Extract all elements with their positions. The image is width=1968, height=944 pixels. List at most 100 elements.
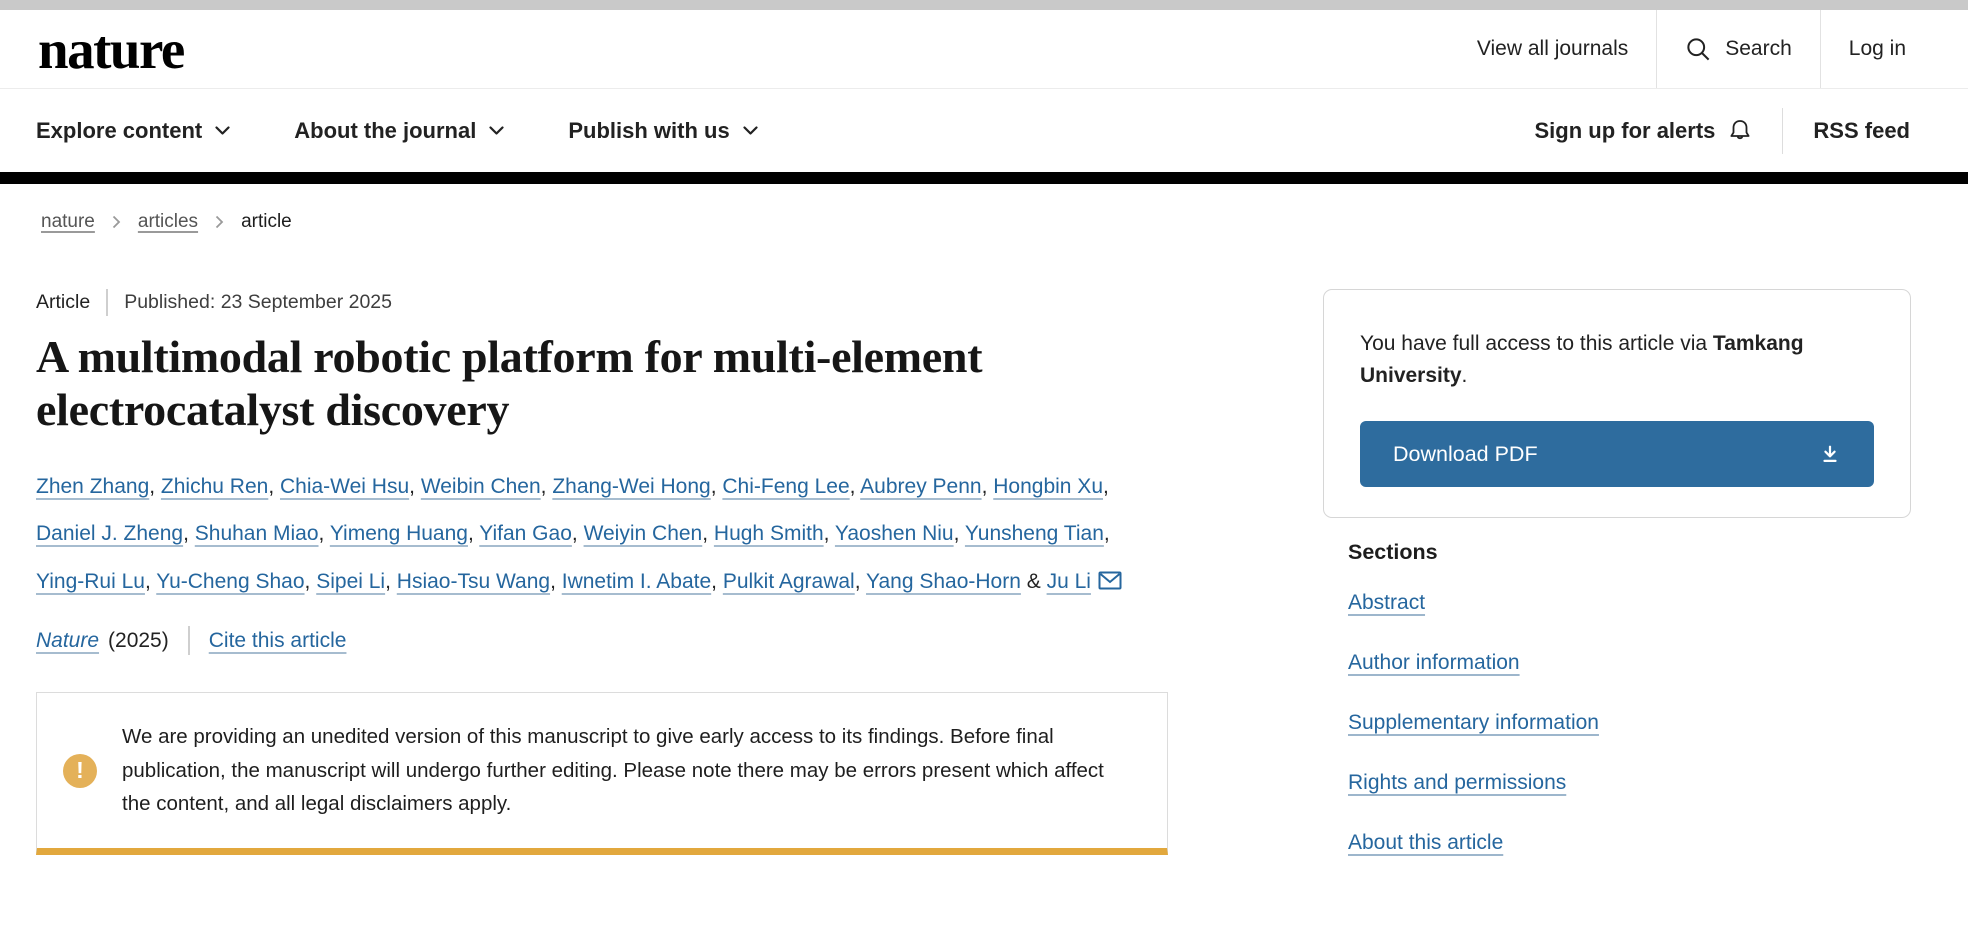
rss-feed-link[interactable]: RSS feed [1813,118,1910,144]
breadcrumb-nature-link[interactable]: nature [41,211,95,233]
nav-divider [1782,108,1783,154]
two-column-layout: Article Published: 23 September 2025 A m… [36,289,1932,891]
author-link[interactable]: Weibin Chen [421,475,541,498]
search-button[interactable]: Search [1656,10,1820,88]
author-separator: , [409,475,421,498]
author-link[interactable]: Yifan Gao [479,522,572,545]
view-all-journals-link[interactable]: View all journals [1449,10,1656,88]
author-link[interactable]: Aubrey Penn [860,475,981,498]
article-main: Article Published: 23 September 2025 A m… [36,289,1168,891]
author-link[interactable]: Zhichu Ren [161,475,268,498]
section-link-author-information[interactable]: Author information [1348,651,1520,674]
nav-item-label: Explore content [36,118,202,144]
search-icon [1685,36,1712,63]
article-title: A multimodal robotic platform for multi-… [36,331,1111,437]
breadcrumb-current: article [241,211,292,233]
author-link[interactable]: Chia-Wei Hsu [280,475,409,498]
chevron-right-icon [215,215,224,229]
author-separator: , [824,522,835,545]
breadcrumb-articles-link[interactable]: articles [138,211,198,233]
author-link[interactable]: Weiyin Chen [584,522,703,545]
author-link[interactable]: Ying-Rui Lu [36,570,145,593]
author-separator: , [1104,522,1110,545]
sign-up-for-alerts-link[interactable]: Sign up for alerts [1534,118,1752,144]
sections-panel: Sections Abstract Author information Suppl… [1323,540,1911,855]
access-prefix: You have full access to this article via [1360,332,1713,355]
section-link-supplementary-information[interactable]: Supplementary information [1348,711,1599,734]
cite-divider [188,626,190,655]
journal-nav: Explore content About the journal Publish … [0,89,1968,172]
section-link-abstract[interactable]: Abstract [1348,591,1425,614]
chevron-down-icon [215,126,230,136]
browser-top-strip [0,0,1968,10]
author-link[interactable]: Daniel J. Zheng [36,522,183,545]
login-label: Log in [1849,37,1906,61]
author-separator: , [550,570,562,593]
author-link[interactable]: Chi-Feng Lee [722,475,849,498]
section-link-about-this-article[interactable]: About this article [1348,831,1503,854]
author-separator: , [572,522,584,545]
login-link[interactable]: Log in [1820,10,1910,88]
author-link[interactable]: Ju Li [1047,570,1091,593]
author-link[interactable]: Sipei Li [316,570,385,593]
author-separator: , [850,475,861,498]
email-icon[interactable] [1098,560,1122,607]
author-separator: , [385,570,397,593]
section-list-item: Supplementary information [1348,711,1911,735]
alerts-label: Sign up for alerts [1534,118,1715,144]
author-link[interactable]: Yimeng Huang [330,522,468,545]
journal-link[interactable]: Nature [36,629,99,653]
author-link[interactable]: Yu-Cheng Shao [156,570,304,593]
author-separator: , [1103,475,1109,498]
chevron-right-icon [112,215,121,229]
author-separator: , [711,475,723,498]
published-date: 23 September 2025 [221,291,392,313]
nature-logo[interactable]: nature [38,22,184,77]
nav-item-about-the-journal[interactable]: About the journal [294,118,504,144]
author-separator: , [305,570,317,593]
author-link[interactable]: Hsiao-Tsu Wang [397,570,550,593]
nav-item-explore-content[interactable]: Explore content [36,118,230,144]
download-pdf-button[interactable]: Download PDF [1360,421,1874,487]
author-separator: , [183,522,195,545]
author-separator: , [145,570,156,593]
author-separator: , [702,522,714,545]
article-meta: Article Published: 23 September 2025 [36,289,1168,316]
section-list-item: Abstract [1348,591,1911,615]
header-actions: View all journals Search Log in [1449,10,1910,88]
download-pdf-label: Download PDF [1393,442,1538,467]
page-content: nature articles article Article Publishe… [0,211,1968,891]
section-list-item: Author information [1348,651,1911,675]
author-link[interactable]: Yaoshen Niu [835,522,954,545]
bell-icon [1728,118,1752,144]
site-header: nature View all journals Search Log in [0,10,1968,89]
author-separator: , [541,475,553,498]
author-link[interactable]: Shuhan Miao [195,522,319,545]
author-separator: , [468,522,479,545]
author-link[interactable]: Zhang-Wei Hong [552,475,710,498]
section-link-rights-and-permissions[interactable]: Rights and permissions [1348,771,1566,794]
journal-year: (2025) [108,629,169,653]
author-separator: , [711,570,723,593]
sections-title: Sections [1348,540,1911,565]
citation-row: Nature (2025) Cite this article [36,626,1168,655]
chevron-down-icon [489,126,504,136]
view-all-journals-label: View all journals [1477,37,1628,61]
author-link[interactable]: Zhen Zhang [36,475,149,498]
nav-item-label: About the journal [294,118,476,144]
nav-item-publish-with-us[interactable]: Publish with us [568,118,757,144]
breadcrumb: nature articles article [41,211,1932,233]
author-link[interactable]: Yang Shao-Horn [866,570,1021,593]
author-link[interactable]: Hongbin Xu [993,475,1103,498]
cite-this-article-link[interactable]: Cite this article [209,629,347,653]
header-divider-bar [0,172,1968,184]
access-suffix: . [1462,364,1468,387]
rss-label: RSS feed [1813,118,1910,144]
article-type-label: Article [36,291,90,314]
author-link[interactable]: Hugh Smith [714,522,824,545]
author-link[interactable]: Pulkit Agrawal [723,570,855,593]
author-link[interactable]: Yunsheng Tian [965,522,1104,545]
author-link[interactable]: Iwnetim I. Abate [562,570,711,593]
main-nav-items: Explore content About the journal Publish … [36,118,758,144]
access-text: You have full access to this article via… [1360,328,1874,391]
